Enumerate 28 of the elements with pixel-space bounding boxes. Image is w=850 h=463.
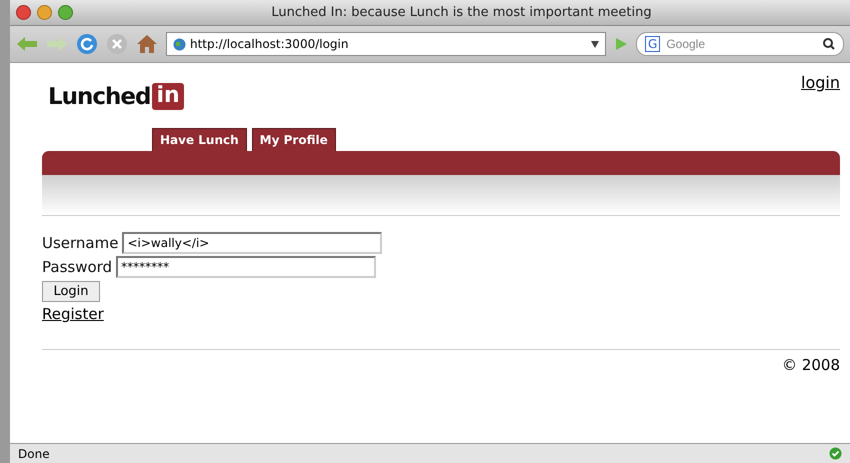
field-label: Password: [42, 258, 112, 276]
login-link[interactable]: login: [801, 73, 840, 92]
stop-icon[interactable]: [106, 33, 128, 55]
dropdown-arrow-icon[interactable]: [591, 40, 599, 48]
login-button[interactable]: Login: [42, 281, 100, 302]
nav-tab[interactable]: Have Lunch: [152, 128, 247, 151]
field-label: Username: [42, 234, 118, 252]
back-icon[interactable]: [16, 35, 38, 53]
address-field[interactable]: http://localhost:3000/login: [166, 32, 606, 56]
input-field[interactable]: ********: [116, 256, 376, 278]
register-link[interactable]: Register: [42, 305, 104, 323]
logo: Lunched in: [48, 83, 184, 110]
engine-logo[interactable]: G: [645, 36, 660, 52]
url-text: http://localhost:3000/login: [190, 37, 350, 51]
close-button[interactable]: [16, 5, 31, 20]
globe-icon: [173, 38, 186, 50]
window-title: Lunched In: because Lunch is the most important meeting: [270, 5, 653, 20]
reload-icon[interactable]: [76, 33, 98, 55]
input-field[interactable]: <i>wally</i>: [122, 232, 382, 254]
copyright-text: © 2008: [782, 356, 840, 374]
check-icon: [829, 447, 842, 460]
search-icon: [823, 38, 835, 50]
minimize-button[interactable]: [37, 5, 52, 20]
search-bar[interactable]: G Google: [636, 32, 844, 56]
home-icon[interactable]: [136, 34, 158, 54]
nav-tab[interactable]: My Profile: [252, 128, 336, 151]
status-text: Done: [18, 446, 50, 460]
zoom-button[interactable]: [58, 5, 73, 20]
